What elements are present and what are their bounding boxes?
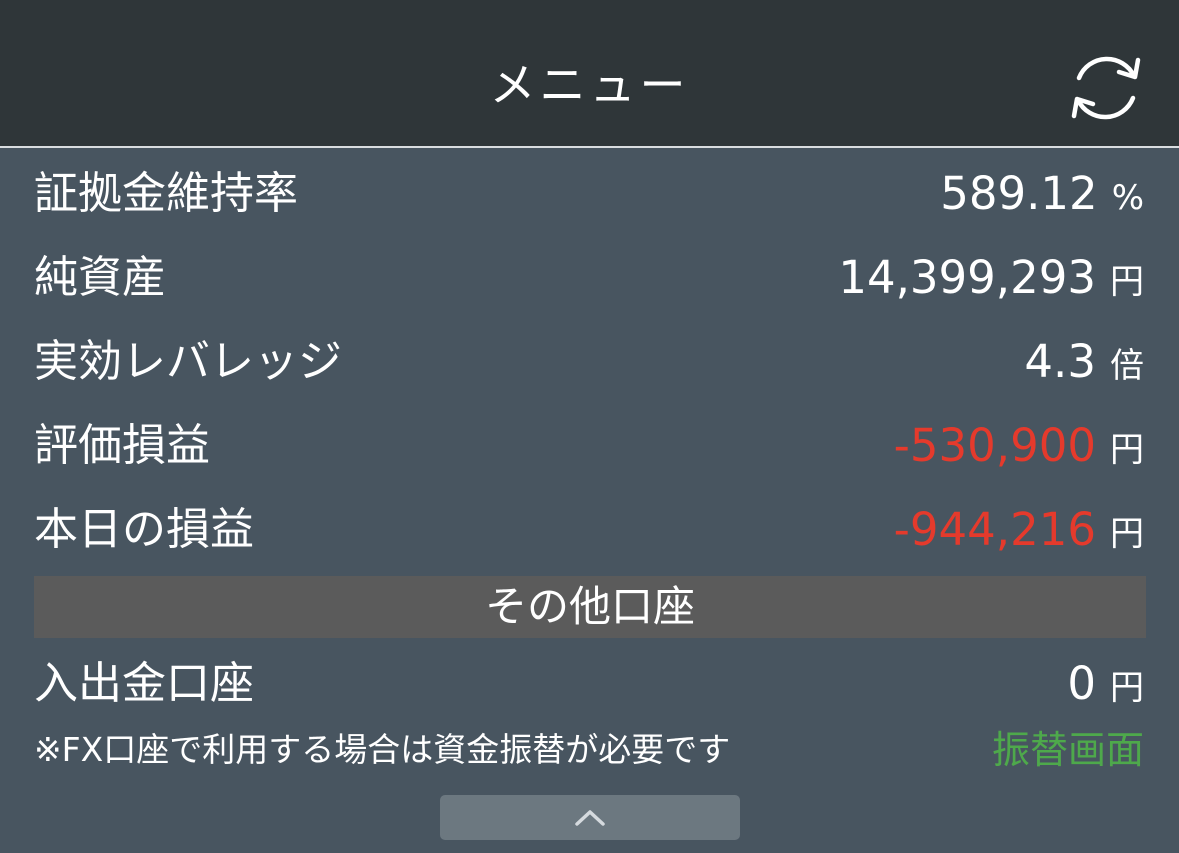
net-assets-row: 純資産 14,399,293 円 xyxy=(34,238,1144,318)
effective-leverage-row: 実効レバレッジ 4.3 倍 xyxy=(34,322,1144,402)
transfer-screen-link[interactable]: 振替画面 xyxy=(992,722,1144,778)
refresh-button[interactable] xyxy=(1062,48,1150,128)
margin-ratio-unit: % xyxy=(1111,178,1144,218)
deposit-account-value: 0 xyxy=(1067,657,1096,710)
margin-ratio-row: 証拠金維持率 589.12% xyxy=(34,154,1144,234)
effective-leverage-value: 4.3 xyxy=(1024,335,1096,388)
collapse-button[interactable] xyxy=(440,795,740,840)
other-accounts-section-header: その他口座 xyxy=(34,576,1146,638)
unrealized-pl-row: 評価損益 -530,900 円 xyxy=(34,406,1144,486)
margin-ratio-label: 証拠金維持率 xyxy=(34,168,298,219)
deposit-account-row: 入出金口座 0円 xyxy=(34,644,1144,724)
deposit-account-unit: 円 xyxy=(1110,668,1144,708)
margin-ratio-value: 589.12 xyxy=(940,167,1098,220)
net-assets-label: 純資産 xyxy=(34,252,166,303)
refresh-icon xyxy=(1071,56,1141,120)
deposit-account-label: 入出金口座 xyxy=(34,658,254,709)
net-assets-value: 14,399,293 xyxy=(838,251,1096,304)
unrealized-pl-unit: 円 xyxy=(1110,430,1144,470)
unrealized-pl-label: 評価損益 xyxy=(34,420,210,471)
effective-leverage-unit: 倍 xyxy=(1110,346,1144,386)
today-pl-unit: 円 xyxy=(1110,514,1144,554)
today-pl-value: -944,216 xyxy=(893,503,1096,556)
header-bar: メニュー xyxy=(0,0,1179,148)
page-title: メニュー xyxy=(489,58,690,112)
chevron-up-icon xyxy=(575,809,605,826)
transfer-note: ※FX口座で利用する場合は資金振替が必要です xyxy=(34,730,731,769)
net-assets-unit: 円 xyxy=(1110,262,1144,302)
unrealized-pl-value: -530,900 xyxy=(893,419,1096,472)
today-pl-row: 本日の損益 -944,216 円 xyxy=(34,490,1144,570)
transfer-note-row: ※FX口座で利用する場合は資金振替が必要です 振替画面 xyxy=(34,722,1144,778)
today-pl-label: 本日の損益 xyxy=(34,504,254,555)
effective-leverage-label: 実効レバレッジ xyxy=(34,336,342,387)
